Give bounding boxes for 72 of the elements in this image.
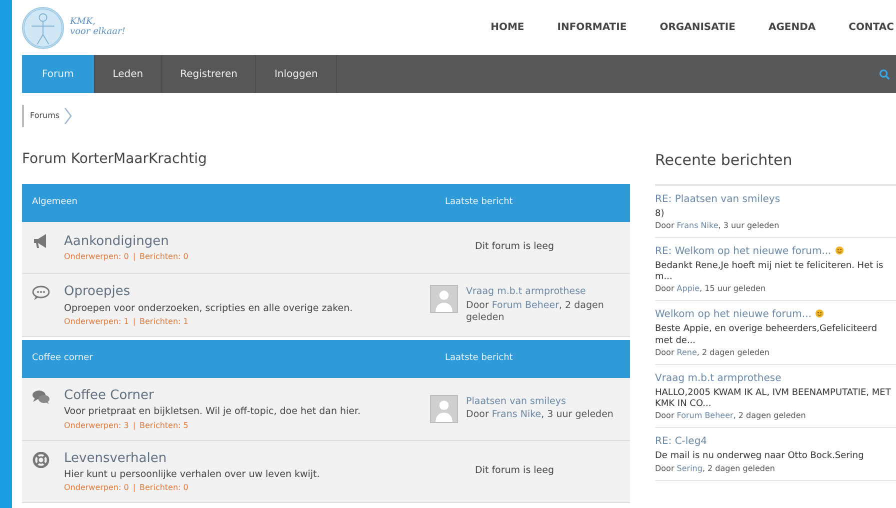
top-menu-link[interactable]: AGENDA: [768, 20, 816, 35]
sidebar-title: Recente berichten: [655, 149, 896, 186]
page-title: Forum KorterMaarKrachtig: [22, 150, 208, 169]
forum-title-link[interactable]: Oproepjes: [64, 282, 430, 302]
separator: |: [132, 420, 136, 430]
post-excerpt: Bedankt Rene,Je hoeft mij niet te feliciteren. Het is m...: [655, 260, 884, 284]
post-count: Berichten: 0: [140, 252, 188, 262]
post-excerpt: 8): [655, 208, 666, 220]
post-excerpt: HALLO,2005 KWAM IK AL, IVM BEENAMPUTATIE, MET KMK IN CO...: [655, 388, 892, 410]
logo-figure-icon: [22, 6, 64, 48]
post-excerpt: De mail is nu onderweg naar Otto Bock.Sering: [655, 451, 865, 462]
post-count: Berichten: 1: [140, 316, 188, 326]
topic-count: Onderwerpen: 0: [64, 252, 129, 262]
section-title: Algemeen: [32, 196, 78, 210]
avatar-icon: [430, 394, 458, 423]
recent-post-link[interactable]: RE: Plaatsen van smileys: [655, 194, 780, 204]
empty-forum-text: Dit forum is leeg: [475, 464, 554, 478]
forum-title-link[interactable]: Aankondigingen: [64, 232, 430, 252]
chat-bubbles-icon: [32, 388, 50, 405]
forum-description: Oproepen voor onderzoeken, scripties en alle overige zaken.: [64, 302, 354, 316]
recent-post-link[interactable]: Vraag m.b.t armprothese: [655, 372, 782, 384]
speech-bubble-icon: [32, 285, 50, 301]
author-link[interactable]: Frans Nike: [492, 408, 542, 420]
nav-tab[interactable]: Registreren: [162, 55, 256, 93]
author-link[interactable]: Sering: [676, 464, 702, 472]
separator: |: [132, 483, 136, 492]
section-title: Coffee corner: [32, 352, 93, 365]
nav-tab[interactable]: Inloggen: [256, 55, 337, 93]
last-post-meta: Door Frans Nike, 3 uur geleden: [466, 408, 614, 422]
search-icon: [879, 68, 890, 80]
recent-post-link[interactable]: Welkom op het nieuwe forum...: [655, 309, 812, 320]
top-menu-link[interactable]: CONTAC: [848, 20, 894, 35]
chevron-icon: [64, 107, 72, 125]
separator: |: [132, 316, 136, 326]
last-post-meta: Door Forum Beheer, 2 dagen geleden: [466, 300, 605, 324]
last-post-link[interactable]: Vraag m.b.t armprothese: [466, 285, 620, 300]
recent-post-link[interactable]: RE: C-leg4: [655, 436, 708, 448]
column-header: Laatste bericht: [445, 196, 514, 210]
empty-forum-text: Dit forum is leeg: [475, 240, 554, 254]
separator: |: [132, 252, 136, 262]
recent-post-link[interactable]: RE: Welkom op het nieuwe forum...: [655, 246, 832, 257]
post-excerpt: Beste Appie, en overige beheerders,Gefeliciteerd met de...: [655, 324, 878, 347]
nav-tab[interactable]: Leden: [94, 55, 162, 93]
logo-text: KMK, voor elkaar!: [70, 18, 126, 38]
topic-count: Onderwerpen: 3: [64, 420, 129, 430]
post-meta: Door Appie, 15 uur geleden: [655, 283, 767, 296]
author-link[interactable]: Appie: [676, 284, 700, 294]
author-link[interactable]: Rene: [676, 348, 697, 357]
topic-count: Onderwerpen: 1: [64, 316, 129, 326]
forum-description: Voor prietpraat en bijkletsen. Wil je off-topic, doe het dan hier.: [64, 405, 362, 420]
author-link[interactable]: Forum Beheer: [492, 300, 559, 311]
post-count: Berichten: 0: [140, 483, 188, 492]
author-link[interactable]: Frans Nike: [676, 220, 718, 230]
last-post-link[interactable]: Plaatsen van smileys: [466, 394, 614, 409]
top-menu-link[interactable]: INFORMATIE: [557, 20, 627, 35]
author-link[interactable]: Forum Beheer: [676, 411, 734, 420]
avatar-icon: [430, 285, 458, 314]
post-meta: Door Rene, 2 dagen geleden: [655, 346, 770, 359]
lifebuoy-icon: [32, 452, 50, 468]
nav-tab[interactable]: Forum: [22, 55, 95, 93]
forum-description: Hier kunt u persoonlijke verhalen over uw leven kwijt.: [64, 468, 321, 482]
post-meta: Door Frans Nike, 3 uur geleden: [655, 220, 780, 232]
top-menu-link[interactable]: ORGANISATIE: [660, 20, 736, 35]
post-meta: Door Sering, 2 dagen geleden: [655, 462, 776, 474]
post-count: Berichten: 5: [140, 420, 188, 430]
column-header: Laatste bericht: [445, 352, 514, 365]
breadcrumb-link[interactable]: Forums: [30, 110, 60, 122]
forum-title-link[interactable]: Levensverhalen: [64, 448, 430, 468]
forum-title-link[interactable]: Coffee Corner: [64, 386, 430, 406]
post-meta: Door Forum Beheer, 2 dagen geleden: [655, 410, 807, 422]
topic-count: Onderwerpen: 0: [64, 483, 129, 492]
top-menu-link[interactable]: HOME: [490, 20, 524, 35]
